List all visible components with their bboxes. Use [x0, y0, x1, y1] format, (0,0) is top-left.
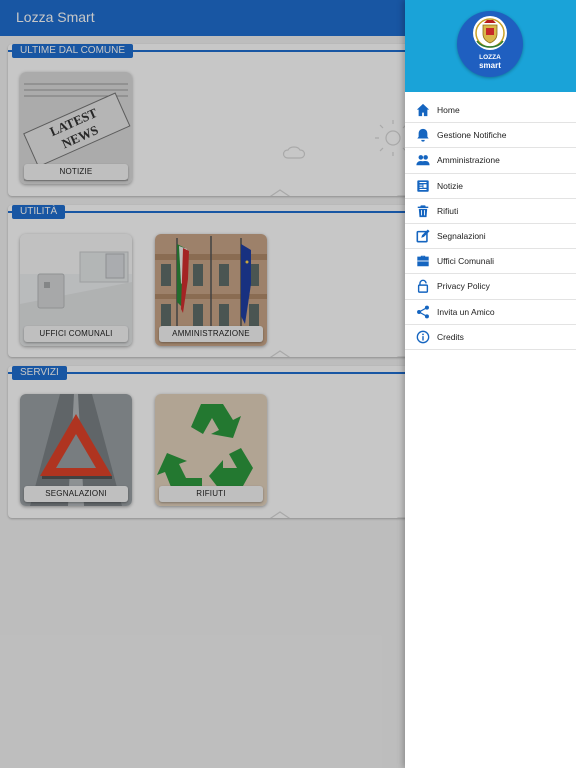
menu-item-label: Invita un Amico [437, 306, 495, 317]
briefcase-icon [417, 255, 429, 267]
drawer-header: LOZZA smart [405, 0, 576, 92]
menu-item-credits[interactable]: Credits [405, 325, 576, 350]
newspaper-icon [417, 179, 429, 192]
menu-item-notizie[interactable]: Notizie [405, 174, 576, 199]
menu-item-home[interactable]: Home [405, 98, 576, 124]
menu-item-label: Rifiuti [437, 205, 459, 216]
trash-icon [417, 205, 429, 217]
lozza-smart-logo: LOZZA smart [457, 11, 523, 77]
menu-item-label: Gestione Notifiche [437, 130, 507, 141]
menu-item-label: Credits [437, 331, 464, 342]
menu-item-label: Notizie [437, 180, 463, 191]
menu-item-amministrazione[interactable]: Amministrazione [405, 148, 576, 174]
menu-item-label: Uffici Comunali [437, 256, 495, 267]
menu-item-gestione-notifiche[interactable]: Gestione Notifiche [405, 123, 576, 149]
menu-item-label: Home [437, 105, 460, 115]
menu-item-rifiuti[interactable]: Rifiuti [405, 199, 576, 224]
lock-icon [417, 280, 429, 294]
menu-item-privacy-policy[interactable]: Privacy Policy [405, 274, 576, 300]
navigation-drawer: LOZZA smart Home Gestione Notifiche Ammi… [405, 0, 576, 768]
logo-text-line2: smart [479, 61, 501, 70]
people-icon [416, 155, 430, 166]
menu-item-invita-un-amico[interactable]: Invita un Amico [405, 300, 576, 325]
info-icon [416, 330, 430, 344]
menu-item-segnalazioni[interactable]: Segnalazioni [405, 224, 576, 250]
edit-icon [416, 229, 430, 243]
menu-item-label: Amministrazione [437, 155, 500, 166]
logo-text-line1: LOZZA [479, 54, 501, 61]
menu-item-label: Segnalazioni [437, 230, 486, 241]
share-icon [417, 305, 429, 318]
home-icon [416, 103, 430, 117]
bell-icon [417, 129, 429, 142]
menu-item-uffici-comunali[interactable]: Uffici Comunali [405, 249, 576, 275]
drawer-menu: Home Gestione Notifiche Amministrazione … [405, 98, 576, 350]
menu-item-label: Privacy Policy [437, 281, 490, 292]
